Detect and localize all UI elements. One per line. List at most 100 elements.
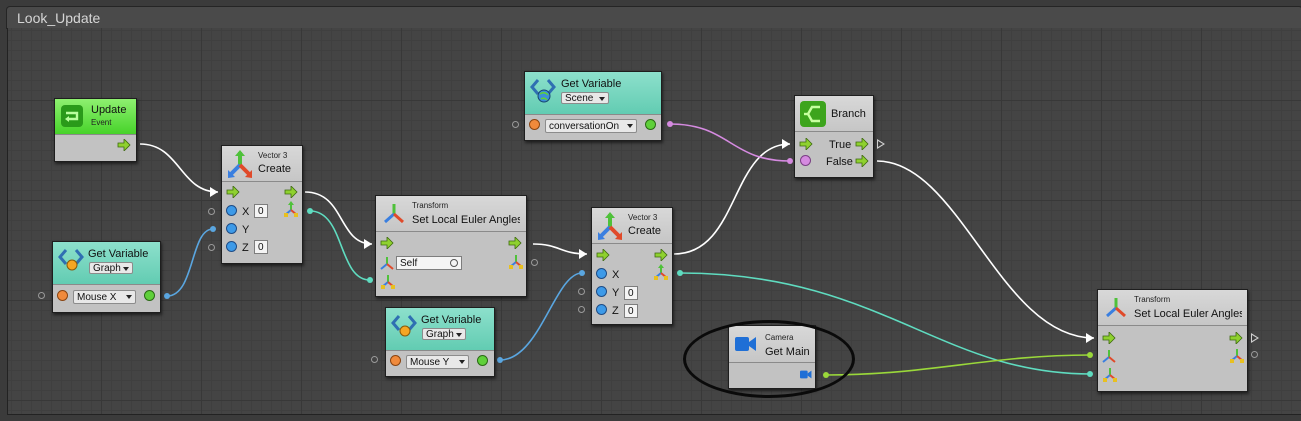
vector-output-icon[interactable] [283, 201, 299, 217]
false-output-port[interactable] [855, 155, 869, 167]
flow-output-port[interactable] [284, 186, 298, 198]
variable-graph-icon [391, 315, 417, 337]
scope-dropdown[interactable]: Graph [89, 262, 133, 274]
flow-input-port[interactable] [380, 237, 394, 249]
true-output-port[interactable] [855, 138, 869, 150]
control-output[interactable] [1251, 333, 1259, 343]
branch-header[interactable]: Branch [795, 96, 873, 132]
node-category: Transform [412, 201, 449, 210]
branch-node[interactable]: Branch True False [794, 95, 874, 178]
variable-name-dropdown[interactable]: Mouse X [73, 290, 136, 304]
vector3-create-node-1[interactable]: Vector 3 Create X 0 Y Z 0 [221, 145, 303, 264]
graph-title-bar: Look_Update [6, 6, 1301, 29]
x-input-port[interactable] [226, 205, 237, 216]
y-label: Y [242, 224, 250, 236]
node-title: Create [628, 225, 662, 237]
x-input-port[interactable] [596, 268, 607, 279]
unused-input-port[interactable] [38, 292, 45, 299]
true-control-output[interactable] [877, 139, 885, 149]
unused-output-port[interactable] [1251, 351, 1258, 358]
get-variable-header[interactable]: Get Variable Graph [53, 242, 160, 285]
highlight-ellipse [683, 320, 855, 398]
flow-input-port[interactable] [596, 249, 610, 261]
transform-icon [384, 204, 404, 224]
unused-output-port[interactable] [531, 259, 538, 266]
vector-input-icon[interactable] [1102, 366, 1118, 382]
transform-icon [1106, 298, 1126, 318]
z-label: Z [242, 242, 249, 254]
node-title: Set Local Euler Angles [1134, 308, 1242, 320]
z-input-port[interactable] [226, 241, 237, 252]
update-node-header[interactable]: Update Event [55, 99, 136, 135]
node-title: Get Variable [421, 314, 482, 326]
variable-name-port[interactable] [529, 119, 540, 130]
unused-input-port[interactable] [208, 208, 215, 215]
node-category: Vector 3 [628, 213, 658, 222]
vector3-create-node-2[interactable]: Vector 3 Create X Y 0 Z 0 [591, 207, 673, 325]
z-input-port[interactable] [596, 304, 607, 315]
unused-input-port[interactable] [208, 244, 215, 251]
y-input-port[interactable] [226, 223, 237, 234]
get-variable-conversation-node[interactable]: Get Variable Scene conversationOn [524, 71, 662, 141]
variable-name-port[interactable] [57, 290, 68, 301]
scope-dropdown[interactable]: Graph [422, 328, 466, 340]
graph-title: Look_Update [17, 10, 101, 26]
refresh-icon [61, 105, 83, 127]
axis-vector-icon [598, 212, 622, 240]
update-event-node[interactable]: Update Event [54, 98, 137, 162]
y-input-port[interactable] [596, 286, 607, 297]
target-object-field[interactable]: Self [396, 256, 462, 270]
node-title: Get Variable [88, 248, 149, 260]
variable-name-dropdown[interactable]: conversationOn [545, 119, 637, 133]
condition-input-port[interactable] [800, 155, 811, 166]
unused-input-port[interactable] [578, 288, 585, 295]
flow-output-port[interactable] [654, 249, 668, 261]
flow-output-port[interactable] [1229, 332, 1243, 344]
vector3-header[interactable]: Vector 3 Create [592, 208, 672, 244]
z-value-field[interactable]: 0 [624, 304, 638, 318]
node-title: Get Variable [561, 78, 622, 90]
update-node-subtitle: Event [91, 118, 112, 127]
flow-input-port[interactable] [1102, 332, 1116, 344]
true-label: True [829, 139, 852, 151]
get-variable-header[interactable]: Get Variable Scene [525, 72, 661, 115]
x-label: X [242, 206, 250, 218]
unused-input-port[interactable] [578, 306, 585, 313]
scope-dropdown[interactable]: Scene [561, 92, 609, 104]
transform-output-icon[interactable] [508, 253, 524, 269]
flow-input-port[interactable] [799, 138, 813, 150]
variable-graph-icon [58, 249, 84, 271]
unused-input-port[interactable] [512, 121, 519, 128]
flow-input-port[interactable] [226, 186, 240, 198]
vector-input-icon[interactable] [380, 273, 396, 289]
variable-name-dropdown[interactable]: Mouse Y [406, 355, 469, 369]
vector-output-icon[interactable] [653, 264, 669, 280]
node-category: Transform [1134, 295, 1171, 304]
value-output-port[interactable] [645, 119, 656, 130]
x-value-field[interactable]: 0 [254, 204, 268, 218]
transform-port-icon[interactable] [380, 256, 394, 270]
node-title: Branch [831, 108, 866, 120]
get-variable-mouse-y-node[interactable]: Get Variable Graph Mouse Y [385, 307, 495, 377]
transform-output-icon[interactable] [1229, 347, 1245, 363]
get-variable-mouse-x-node[interactable]: Get Variable Graph Mouse X [52, 241, 161, 313]
object-picker-icon[interactable] [450, 259, 458, 267]
unused-input-port[interactable] [371, 356, 378, 363]
get-variable-header[interactable]: Get Variable Graph [386, 308, 494, 351]
flow-output-port[interactable] [508, 237, 522, 249]
value-output-port[interactable] [477, 355, 488, 366]
value-output-port[interactable] [144, 290, 155, 301]
vector3-header[interactable]: Vector 3 Create [222, 146, 302, 182]
transform-set-local-euler-node-1[interactable]: Transform Set Local Euler Angles Self [375, 195, 527, 297]
y-value-field[interactable]: 0 [624, 286, 638, 300]
z-value-field[interactable]: 0 [254, 240, 268, 254]
false-label: False [826, 156, 853, 168]
node-title: Set Local Euler Angles [412, 214, 520, 226]
x-label: X [612, 269, 620, 281]
flow-output-port[interactable] [117, 139, 131, 151]
transform-set-local-euler-node-2[interactable]: Transform Set Local Euler Angles [1097, 289, 1248, 392]
transform-port-icon[interactable] [1102, 349, 1116, 363]
transform-header[interactable]: Transform Set Local Euler Angles [1098, 290, 1247, 326]
variable-name-port[interactable] [390, 355, 401, 366]
transform-header[interactable]: Transform Set Local Euler Angles [376, 196, 526, 232]
